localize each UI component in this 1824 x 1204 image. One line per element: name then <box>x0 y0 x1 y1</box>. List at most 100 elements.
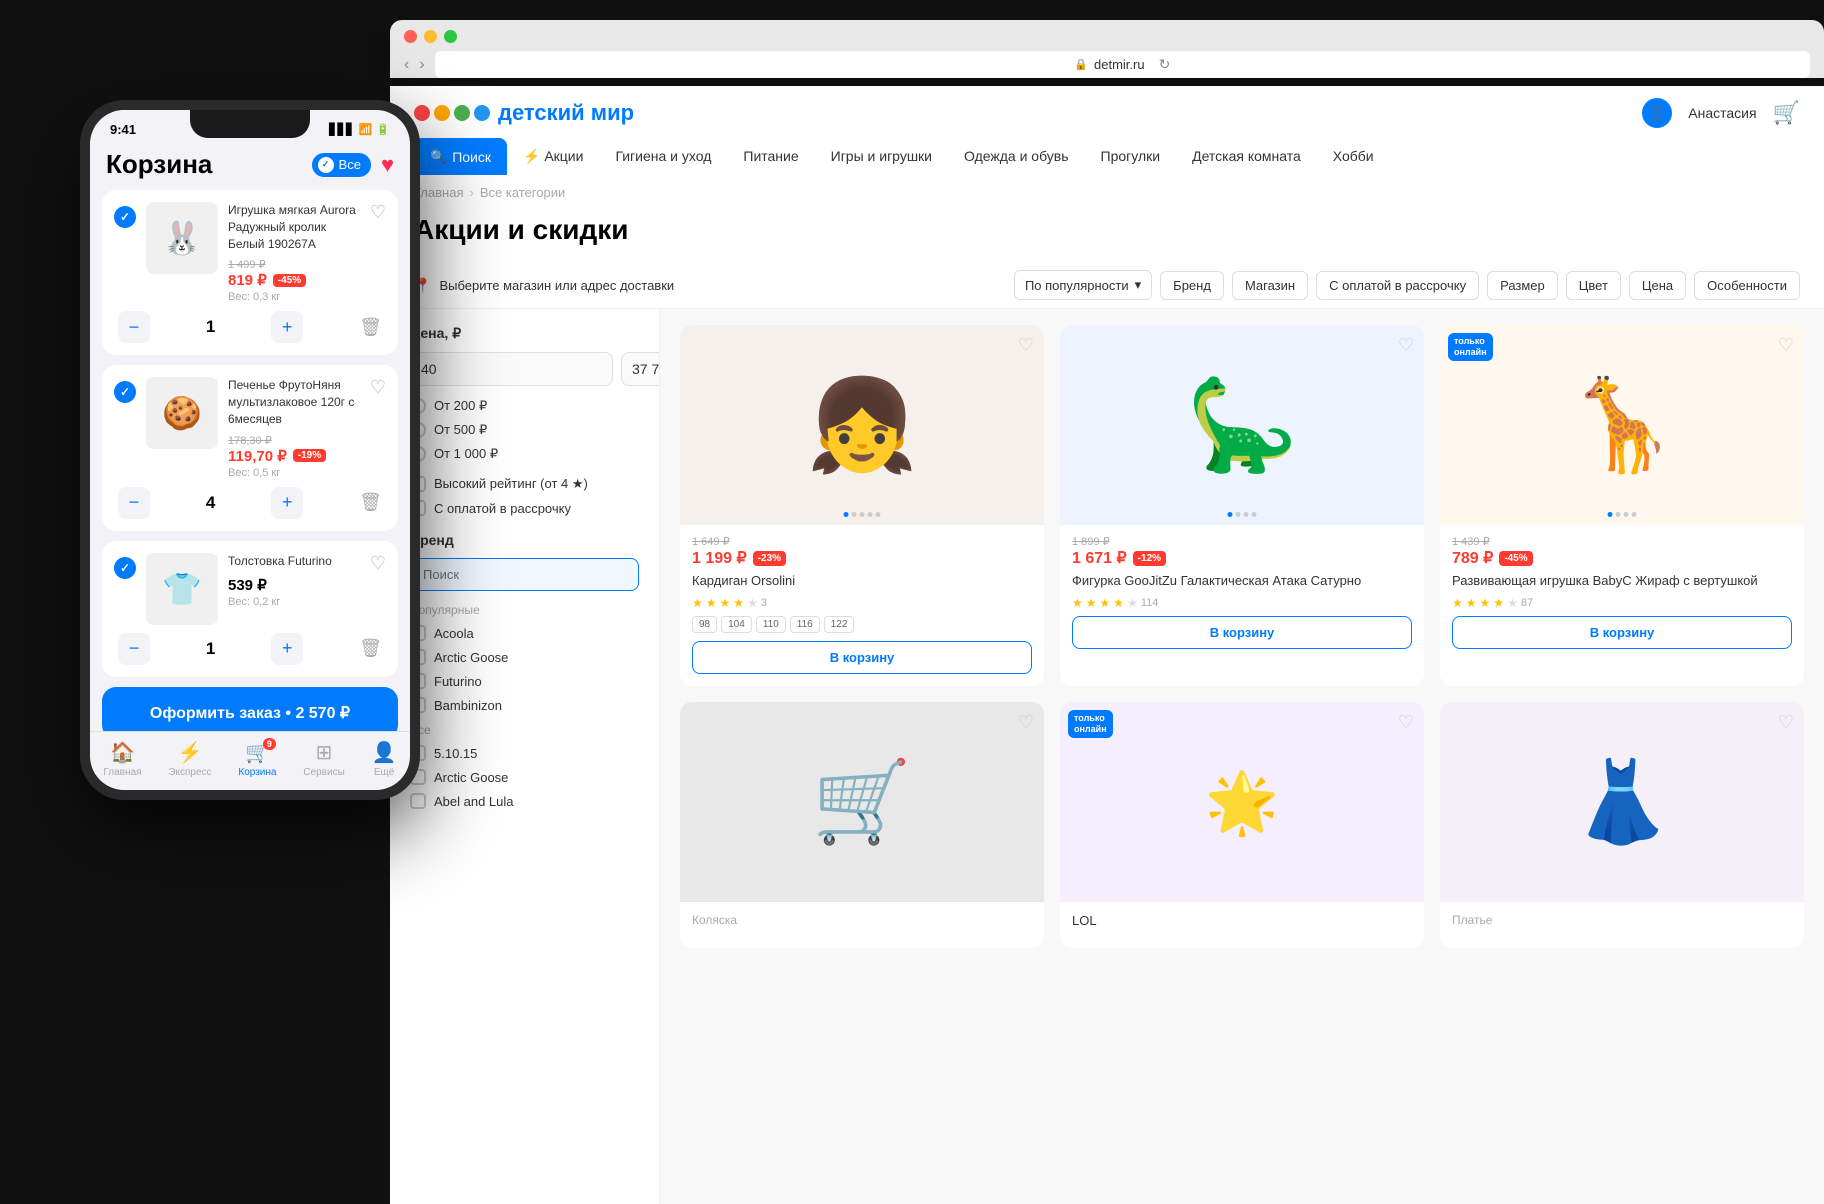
avatar[interactable]: 👤 <box>1642 98 1672 128</box>
brand-filter-button[interactable]: Бренд <box>1160 271 1224 300</box>
brand-label: Bambinizon <box>434 698 502 713</box>
location-text[interactable]: Выберите магазин или адрес доставки <box>439 278 1006 293</box>
tab-services[interactable]: ⊞ Сервисы <box>303 740 344 778</box>
item-old-price: 1 499 ₽ <box>228 258 360 271</box>
nav-item-aktsii[interactable]: ⚡ Акции <box>507 138 599 175</box>
filter-label: Высокий рейтинг (от 4 ★) <box>434 476 588 492</box>
color-filter-button[interactable]: Цвет <box>1566 271 1621 300</box>
size-tag[interactable]: 98 <box>692 616 717 633</box>
decrease-qty-button[interactable]: − <box>118 633 150 665</box>
item-heart-icon[interactable]: ♡ <box>370 377 386 398</box>
decrease-qty-button[interactable]: − <box>118 487 150 519</box>
price-option-1000[interactable]: От 1 000 ₽ <box>410 446 639 462</box>
price-option-200[interactable]: От 200 ₽ <box>410 398 639 414</box>
remove-item-button[interactable]: 🗑 <box>359 638 382 659</box>
product-heart-icon[interactable]: ♡ <box>1018 335 1034 356</box>
brand-bambinizon[interactable]: Bambinizon <box>410 697 639 713</box>
size-filter-button[interactable]: Размер <box>1487 271 1558 300</box>
tab-express[interactable]: ⚡ Экспресс <box>168 740 211 778</box>
nav-item-walks[interactable]: Прогулки <box>1085 138 1177 175</box>
nav-item-hygiene[interactable]: Гигиена и уход <box>599 138 727 175</box>
add-to-cart-button[interactable]: В корзину <box>692 641 1032 674</box>
product-heart-icon[interactable]: ♡ <box>1778 335 1794 356</box>
brand-label: Abel and Lula <box>434 794 514 809</box>
star-icon: ★ <box>1493 596 1504 610</box>
brand-acoola[interactable]: Acoola <box>410 625 639 641</box>
tab-cart[interactable]: 🛒 9 Корзина <box>238 740 276 778</box>
refresh-button[interactable]: ↻ <box>1159 56 1171 73</box>
brand-search-input[interactable] <box>410 558 639 591</box>
maximize-dot[interactable] <box>444 30 457 43</box>
brand-arctic-goose-all[interactable]: Arctic Goose <box>410 769 639 785</box>
star-icon: ★ <box>1466 596 1477 610</box>
item-checkbox[interactable]: ✓ <box>114 381 136 403</box>
increase-qty-button[interactable]: + <box>271 633 303 665</box>
decrease-qty-button[interactable]: − <box>118 311 150 343</box>
breadcrumb-category[interactable]: Все категории <box>480 185 565 200</box>
checkout-button[interactable]: Оформить заказ • 2 570 ₽ <box>102 687 398 731</box>
product-heart-icon[interactable]: ♡ <box>1778 712 1794 733</box>
tab-more[interactable]: 👤 Ещё <box>372 740 397 778</box>
price-max-input[interactable] <box>621 352 660 386</box>
brand-5-10-15[interactable]: 5.10.15 <box>410 745 639 761</box>
add-to-cart-button[interactable]: В корзину <box>1072 616 1412 649</box>
breadcrumb-home[interactable]: Главная <box>414 185 463 200</box>
star-icon: ★ <box>720 596 731 610</box>
url-bar[interactable]: 🔒 detmir.ru ↻ <box>435 51 1810 78</box>
nav-item-clothes[interactable]: Одежда и обувь <box>948 138 1085 175</box>
nav-hobby-label: Хобби <box>1333 148 1374 164</box>
installment-filter-button[interactable]: С оплатой в рассрочку <box>1316 271 1479 300</box>
item-checkbox[interactable]: ✓ <box>114 206 136 228</box>
nav-item-search[interactable]: 🔍 Поиск <box>414 138 507 175</box>
sort-dropdown[interactable]: По популярности ▾ <box>1014 270 1152 300</box>
store-filter-button[interactable]: Магазин <box>1232 271 1308 300</box>
filter-checkboxes: Высокий рейтинг (от 4 ★) С оплатой в рас… <box>410 476 639 516</box>
item-weight: Вес: 0,3 кг <box>228 291 360 303</box>
installment-filter[interactable]: С оплатой в рассрочку <box>410 500 639 516</box>
nav-item-toys[interactable]: Игры и игрушки <box>815 138 948 175</box>
back-button[interactable]: ‹ <box>404 56 409 74</box>
increase-qty-button[interactable]: + <box>271 311 303 343</box>
minimize-dot[interactable] <box>424 30 437 43</box>
logo-dot-yellow <box>434 105 450 121</box>
wishlist-icon[interactable]: ♥ <box>381 152 394 178</box>
item-heart-icon[interactable]: ♡ <box>370 202 386 223</box>
size-tag[interactable]: 104 <box>721 616 752 633</box>
nav-item-hobby[interactable]: Хобби <box>1317 138 1390 175</box>
brand-abel-lula[interactable]: Abel and Lula <box>410 793 639 809</box>
product-heart-icon[interactable]: ♡ <box>1018 712 1034 733</box>
item-image: 🐰 <box>146 202 218 274</box>
product-heart-icon[interactable]: ♡ <box>1398 335 1414 356</box>
rating-count: 3 <box>761 597 767 609</box>
price-option-500[interactable]: От 500 ₽ <box>410 422 639 438</box>
size-tag[interactable]: 116 <box>790 616 820 633</box>
close-dot[interactable] <box>404 30 417 43</box>
nav-item-food[interactable]: Питание <box>727 138 814 175</box>
price-filter-button[interactable]: Цена <box>1629 271 1686 300</box>
tab-home[interactable]: 🏠 Главная <box>103 740 141 778</box>
dot <box>1608 512 1613 517</box>
high-rating-filter[interactable]: Высокий рейтинг (от 4 ★) <box>410 476 639 492</box>
size-tag[interactable]: 110 <box>756 616 786 633</box>
item-checkbox[interactable]: ✓ <box>114 557 136 579</box>
add-to-cart-button[interactable]: В корзину <box>1452 616 1792 649</box>
product-card: 🦒 толькоонлайн ♡ 1 439 ₽ <box>1440 325 1804 686</box>
increase-qty-button[interactable]: + <box>271 487 303 519</box>
select-all-button[interactable]: ✓ Все <box>312 153 371 177</box>
forward-button[interactable]: › <box>419 56 424 74</box>
features-filter-button[interactable]: Особенности <box>1694 271 1800 300</box>
phone-time: 9:41 <box>110 122 136 137</box>
product-heart-icon[interactable]: ♡ <box>1398 712 1414 733</box>
cart-icon[interactable]: 🛒 <box>1773 100 1800 126</box>
cart-title: Корзина <box>106 149 212 180</box>
remove-item-button[interactable]: 🗑 <box>359 317 382 338</box>
dot <box>1252 512 1257 517</box>
brand-futurino[interactable]: Futurino <box>410 673 639 689</box>
nav-item-bedroom[interactable]: Детская комната <box>1176 138 1317 175</box>
size-tag[interactable]: 122 <box>824 616 855 633</box>
price-min-input[interactable] <box>410 352 613 386</box>
star-icon: ★ <box>1072 596 1083 610</box>
item-heart-icon[interactable]: ♡ <box>370 553 386 574</box>
brand-arctic-goose[interactable]: Arctic Goose <box>410 649 639 665</box>
remove-item-button[interactable]: 🗑 <box>359 492 382 513</box>
